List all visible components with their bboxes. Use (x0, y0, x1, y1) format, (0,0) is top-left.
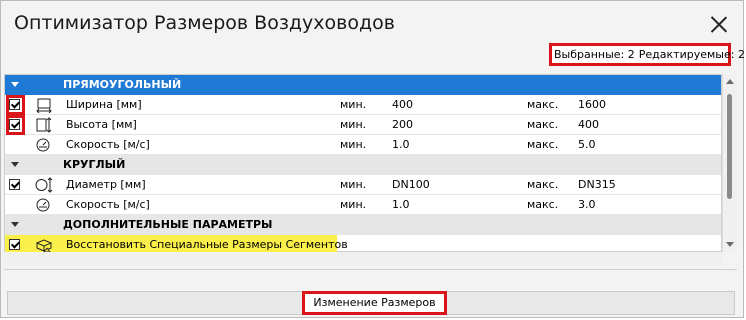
row-height: Высота [мм] мин. 200 макс. 400 (5, 115, 721, 135)
max-value[interactable]: 1600 (578, 98, 606, 111)
vertical-scrollbar[interactable] (722, 74, 737, 252)
min-label: мин. (340, 138, 367, 151)
min-value[interactable]: 1.0 (392, 198, 410, 211)
horizontal-scrollbar[interactable] (4, 252, 722, 266)
min-label: мин. (340, 198, 367, 211)
row-label: Скорость [м/с] (66, 198, 150, 211)
min-value[interactable]: 400 (392, 98, 413, 111)
scroll-thumb[interactable] (727, 94, 732, 199)
chevron-down-icon[interactable] (11, 162, 19, 167)
row-label: Диаметр [мм] (66, 178, 146, 191)
min-value[interactable]: DN100 (392, 178, 430, 191)
max-label: макс. (527, 178, 559, 191)
resize-button[interactable]: Изменение Размеров (302, 291, 447, 315)
min-label: мин. (340, 178, 367, 191)
chevron-down-icon[interactable] (11, 82, 19, 87)
window-title: Оптимизатор Размеров Воздуховодов (14, 12, 395, 34)
section-additional[interactable]: ДОПОЛНИТЕЛЬНЫЕ ПАРАМЕТРЫ (5, 215, 721, 235)
height-icon (36, 117, 52, 133)
checkbox-highlight (6, 115, 25, 135)
max-value[interactable]: 3.0 (578, 198, 596, 211)
row-width: Ширина [мм] мин. 400 макс. 1600 (5, 95, 721, 115)
row-label: Восстановить Специальные Размеры Сегмент… (66, 238, 348, 251)
row-label: Скорость [м/с] (66, 138, 150, 151)
scroll-up-icon[interactable] (726, 79, 734, 84)
editable-count: Редактируемые: 2 (638, 48, 745, 61)
checkbox-highlight (6, 95, 25, 115)
row-label: Ширина [мм] (66, 98, 142, 111)
max-label: макс. (527, 118, 559, 131)
selection-status: Выбранные: 2 Редактируемые: 2 (549, 43, 745, 66)
section-round[interactable]: КРУГЛЫЙ (5, 155, 721, 175)
duct-optimizer-dialog: Оптимизатор Размеров Воздуховодов Выбран… (0, 0, 745, 318)
section-title: ДОПОЛНИТЕЛЬНЫЕ ПАРАМЕТРЫ (63, 218, 273, 231)
min-value[interactable]: 200 (392, 118, 413, 131)
min-value[interactable]: 1.0 (392, 138, 410, 151)
max-value[interactable]: DN315 (578, 178, 616, 191)
diameter-checkbox[interactable] (9, 179, 20, 190)
segment-restore-icon (35, 239, 53, 253)
min-label: мин. (340, 98, 367, 111)
chevron-down-icon[interactable] (11, 222, 19, 227)
row-diameter: Диаметр [мм] мин. DN100 макс. DN315 (5, 175, 721, 195)
max-value[interactable]: 400 (578, 118, 599, 131)
divider (4, 269, 737, 270)
restore-checkbox[interactable] (9, 239, 20, 250)
max-label: макс. (527, 198, 559, 211)
max-label: макс. (527, 138, 559, 151)
min-label: мин. (340, 118, 367, 131)
close-icon[interactable] (704, 10, 734, 40)
max-label: макс. (527, 98, 559, 111)
selected-count: Выбранные: 2 (554, 48, 635, 61)
row-label: Высота [мм] (66, 118, 137, 131)
diameter-icon (35, 177, 53, 193)
section-title: ПРЯМОУГОЛЬНЫЙ (63, 78, 182, 91)
section-rectangular[interactable]: ПРЯМОУГОЛЬНЫЙ (5, 75, 721, 95)
row-velocity-rect: Скорость [м/с] мин. 1.0 макс. 5.0 (5, 135, 721, 155)
parameters-grid: ПРЯМОУГОЛЬНЫЙ Ширина [мм] мин. 400 макс.… (4, 74, 722, 255)
scroll-down-icon[interactable] (726, 242, 734, 247)
max-value[interactable]: 5.0 (578, 138, 596, 151)
section-title: КРУГЛЫЙ (63, 158, 126, 171)
width-icon (36, 98, 52, 113)
velocity-icon (36, 138, 50, 152)
row-velocity-round: Скорость [м/с] мин. 1.0 макс. 3.0 (5, 195, 721, 215)
velocity-icon (36, 198, 50, 212)
